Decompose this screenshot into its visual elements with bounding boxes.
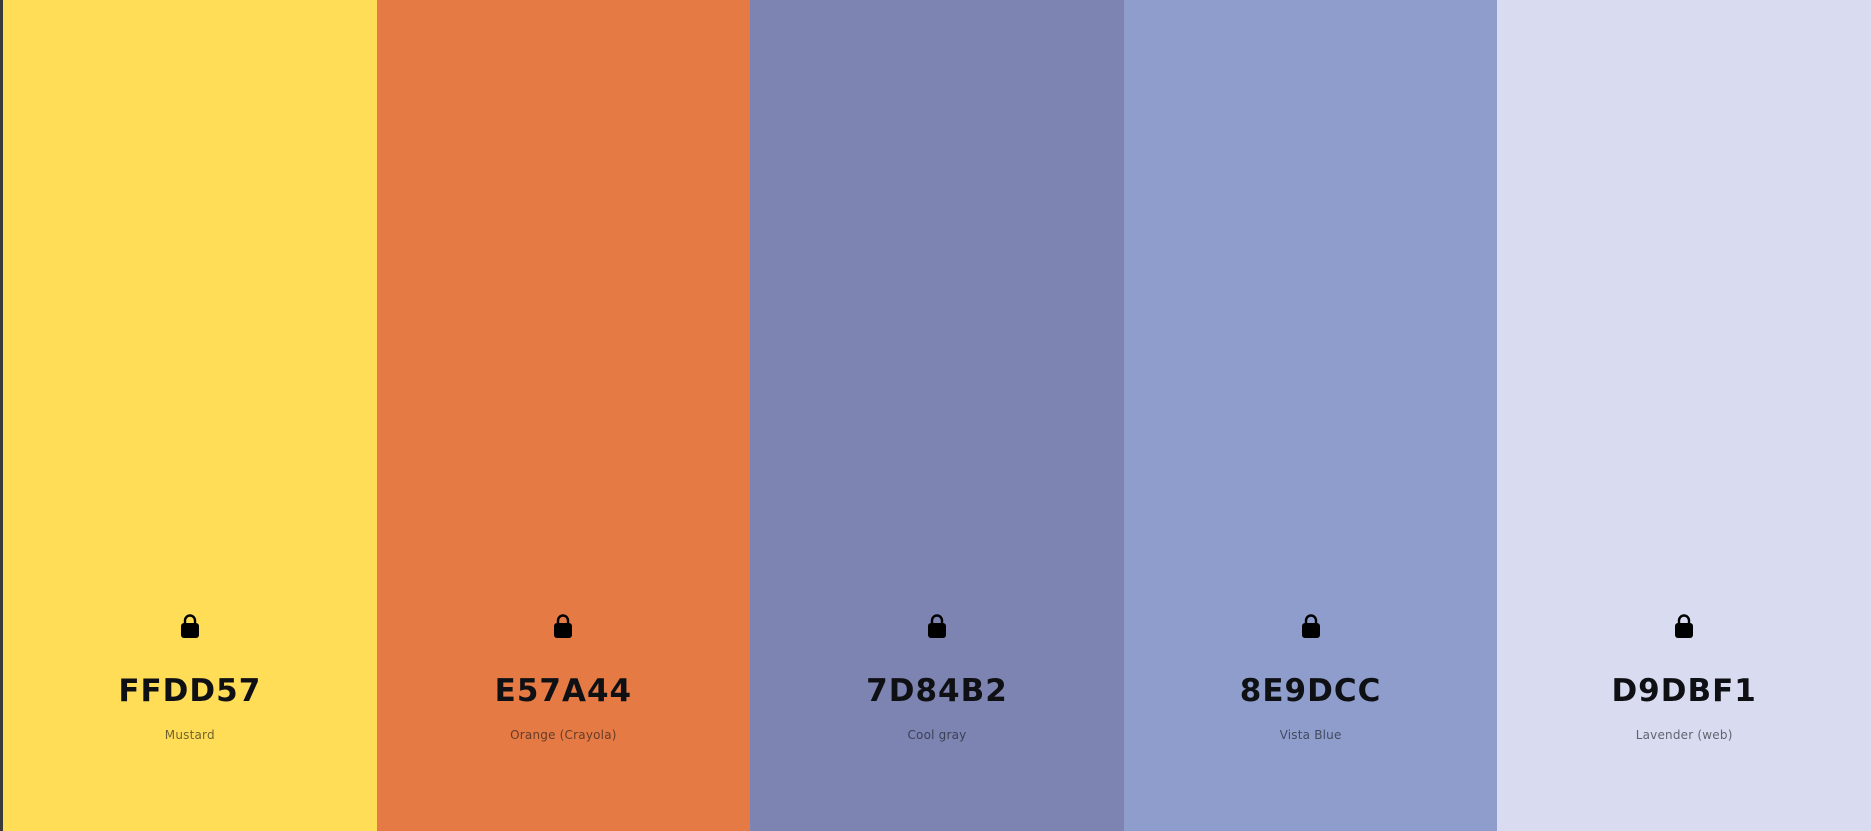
color-swatch-5[interactable]: D9DBF1 Lavender (web) [1497, 0, 1871, 831]
color-name: Lavender (web) [1635, 728, 1733, 742]
swatch-content: D9DBF1 Lavender (web) [1497, 612, 1871, 741]
hex-code[interactable]: D9DBF1 [1611, 676, 1756, 707]
lock-icon[interactable] [170, 612, 210, 640]
swatch-content: 8E9DCC Vista Blue [1124, 612, 1498, 741]
lock-icon[interactable] [1664, 612, 1704, 640]
color-swatch-1[interactable]: FFDD57 Mustard [3, 0, 377, 831]
color-swatch-2[interactable]: E57A44 Orange (Crayola) [376, 0, 751, 831]
hex-code[interactable]: 7D84B2 [866, 676, 1008, 707]
color-name: Vista Blue [1279, 728, 1342, 742]
color-palette: FFDD57 Mustard E57A44 Orange (Crayola) 7… [3, 0, 1871, 831]
color-swatch-3[interactable]: 7D84B2 Cool gray [750, 0, 1124, 831]
lock-icon[interactable] [917, 612, 957, 640]
lock-icon[interactable] [1291, 612, 1331, 640]
hex-code[interactable]: 8E9DCC [1240, 676, 1382, 707]
hex-code[interactable]: FFDD57 [118, 676, 261, 707]
color-name: Cool gray [907, 728, 967, 742]
swatch-content: E57A44 Orange (Crayola) [377, 612, 751, 741]
color-swatch-4[interactable]: 8E9DCC Vista Blue [1123, 0, 1498, 831]
lock-icon[interactable] [543, 612, 583, 640]
color-name: Orange (Crayola) [510, 728, 617, 742]
hex-code[interactable]: E57A44 [495, 676, 632, 707]
color-name: Mustard [164, 728, 215, 742]
swatch-content: FFDD57 Mustard [3, 612, 377, 741]
swatch-content: 7D84B2 Cool gray [750, 612, 1124, 741]
